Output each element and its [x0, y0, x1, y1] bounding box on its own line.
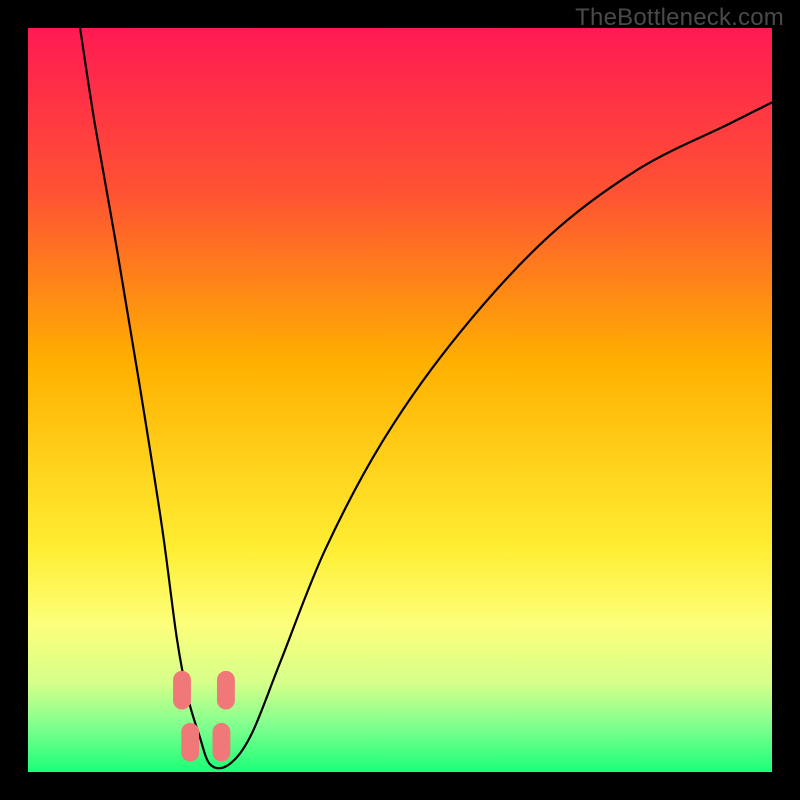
curve-marker: [173, 671, 191, 710]
curve-marker: [181, 723, 199, 762]
chart-svg: [28, 28, 772, 772]
curve-marker: [213, 723, 231, 762]
gradient-background: [28, 28, 772, 772]
outer-frame: TheBottleneck.com: [0, 0, 800, 800]
plot-area: [28, 28, 772, 772]
curve-marker: [217, 671, 235, 710]
watermark-label: TheBottleneck.com: [575, 4, 784, 32]
